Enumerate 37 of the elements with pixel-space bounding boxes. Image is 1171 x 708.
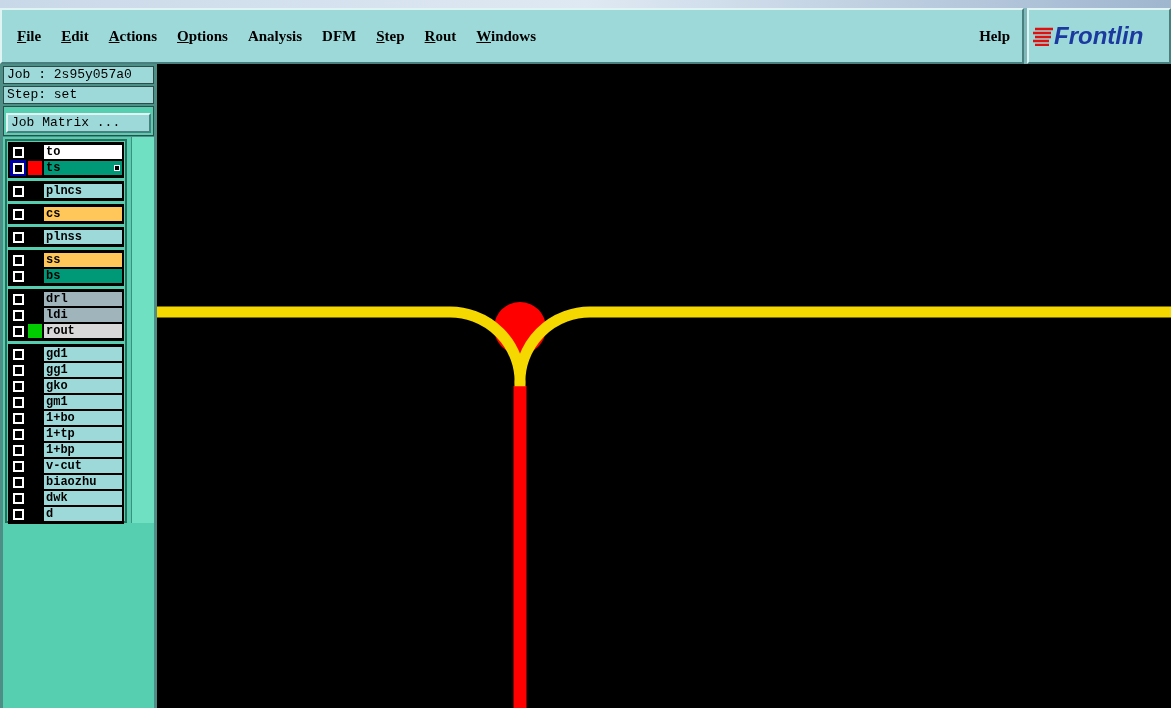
layer-name[interactable]: cs [44, 207, 122, 221]
layer-name[interactable]: gg1 [44, 363, 122, 377]
layer-name[interactable]: to [44, 145, 122, 159]
menu-item[interactable]: File [9, 22, 50, 50]
layer-options-icon[interactable] [114, 165, 120, 171]
speed-lines-icon [1033, 26, 1053, 46]
menu-item[interactable]: Options [169, 22, 236, 50]
layer-name[interactable]: gm1 [44, 395, 122, 409]
layer-name[interactable]: 1+bo [44, 411, 122, 425]
menu-item[interactable]: Windows [468, 22, 545, 50]
layer-name[interactable]: gd1 [44, 347, 122, 361]
layer-name[interactable]: rout [44, 324, 122, 338]
layer-name[interactable]: plncs [44, 184, 122, 198]
layer-name[interactable]: bs [44, 269, 122, 283]
layer-name[interactable]: plnss [44, 230, 122, 244]
menu-item[interactable]: Rout [416, 22, 465, 50]
menu-item[interactable]: Edit [53, 22, 97, 50]
layer-name[interactable]: gko [44, 379, 122, 393]
layer-name[interactable]: 1+tp [44, 427, 122, 441]
layer-name[interactable]: biaozhu [44, 475, 122, 489]
menu-item[interactable]: Actions [100, 22, 166, 50]
job-matrix-button[interactable]: Job Matrix ... [6, 113, 151, 133]
layer-name[interactable]: v-cut [44, 459, 122, 473]
job-label: Job : 2s95y057a0 [3, 66, 154, 84]
help-menu[interactable]: Help [975, 24, 1014, 48]
layer-name[interactable]: d [44, 507, 122, 521]
layer-name[interactable]: ts [44, 161, 122, 175]
layer-name[interactable]: 1+bp [44, 443, 122, 457]
layer-name[interactable]: ldi [44, 308, 122, 322]
menu-item[interactable]: Step [368, 22, 413, 50]
layer-name[interactable]: ss [44, 253, 122, 267]
menu-item[interactable]: Analysis [239, 22, 311, 50]
menu-item[interactable]: DFM [314, 22, 365, 50]
layer-name[interactable]: dwk [44, 491, 122, 505]
logo-text: Frontlin [1054, 21, 1144, 51]
layer-name[interactable]: drl [44, 292, 122, 306]
step-label: Step: set [3, 86, 154, 104]
